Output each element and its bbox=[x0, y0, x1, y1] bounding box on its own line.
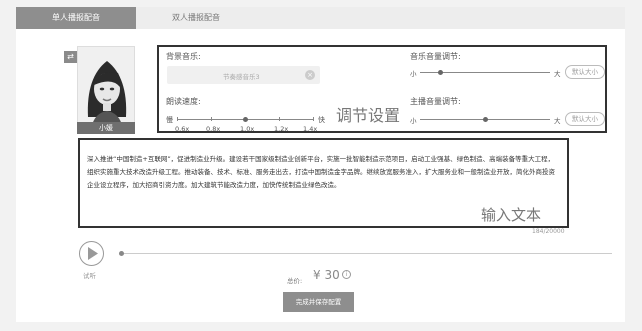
speed-tick bbox=[211, 117, 212, 121]
speed-knob[interactable] bbox=[243, 117, 248, 122]
play-button[interactable] bbox=[79, 241, 104, 266]
speed-tick-label: 1.4x bbox=[303, 125, 318, 133]
speed-tick-label: 0.6x bbox=[175, 125, 190, 133]
music-volume-reset-button[interactable]: 默认大小 bbox=[565, 65, 605, 79]
char-counter: 184/20000 bbox=[532, 228, 565, 235]
try-listen-label: 试听 bbox=[83, 272, 96, 280]
music-volume-large: 大 bbox=[554, 70, 561, 78]
save-config-button[interactable]: 完成并保存配置 bbox=[283, 292, 354, 312]
avatar-portrait bbox=[78, 47, 134, 133]
annotation-input: 输入文本 bbox=[481, 206, 542, 224]
info-icon[interactable]: i bbox=[342, 270, 351, 279]
host-volume-large: 大 bbox=[554, 117, 561, 125]
host-volume-knob[interactable] bbox=[483, 117, 488, 122]
speed-tick bbox=[313, 117, 314, 121]
speed-slow-label: 慢 bbox=[166, 116, 173, 124]
speed-tick-label: 0.8x bbox=[206, 125, 221, 133]
total-price-value: ¥ 30 bbox=[313, 268, 340, 282]
speed-tick bbox=[177, 117, 178, 121]
playback-knob[interactable] bbox=[119, 251, 124, 256]
speed-tick-label: 1.0x bbox=[240, 125, 255, 133]
playback-progress[interactable] bbox=[121, 253, 612, 254]
host-volume-reset-button[interactable]: 默认大小 bbox=[565, 112, 605, 126]
bg-music-value: 节奏感音乐3 bbox=[223, 73, 260, 81]
tab-single-voice[interactable]: 单人播报配音 bbox=[16, 7, 136, 29]
speed-fast-label: 快 bbox=[318, 116, 325, 124]
music-volume-label: 音乐音量调节: bbox=[410, 52, 461, 61]
annotation-settings: 调节设置 bbox=[336, 106, 401, 125]
clear-music-icon[interactable]: × bbox=[305, 70, 315, 80]
host-volume-label: 主播音量调节: bbox=[410, 97, 461, 106]
speed-label: 朗读速度: bbox=[166, 97, 201, 106]
speed-tick-label: 1.2x bbox=[274, 125, 289, 133]
voice-avatar[interactable] bbox=[77, 46, 135, 134]
music-volume-knob[interactable] bbox=[437, 70, 443, 75]
play-icon bbox=[88, 247, 98, 260]
text-input-content[interactable]: 深入推进“中国制造+互联网”，促进制造业升级。建设若干国家级制造业创新平台，实施… bbox=[87, 153, 557, 192]
total-price-label: 总价: bbox=[287, 277, 303, 285]
voice-name: 小媛 bbox=[77, 122, 135, 134]
speed-tick bbox=[279, 117, 280, 121]
tab-bar: 单人播报配音 双人播报配音 bbox=[16, 7, 625, 29]
bg-music-label: 背景音乐: bbox=[166, 52, 201, 61]
music-volume-small: 小 bbox=[410, 70, 417, 78]
switch-voice-icon[interactable]: ⇄ bbox=[64, 51, 77, 63]
tab-dual-voice[interactable]: 双人播报配音 bbox=[136, 7, 256, 29]
host-volume-small: 小 bbox=[410, 117, 417, 125]
